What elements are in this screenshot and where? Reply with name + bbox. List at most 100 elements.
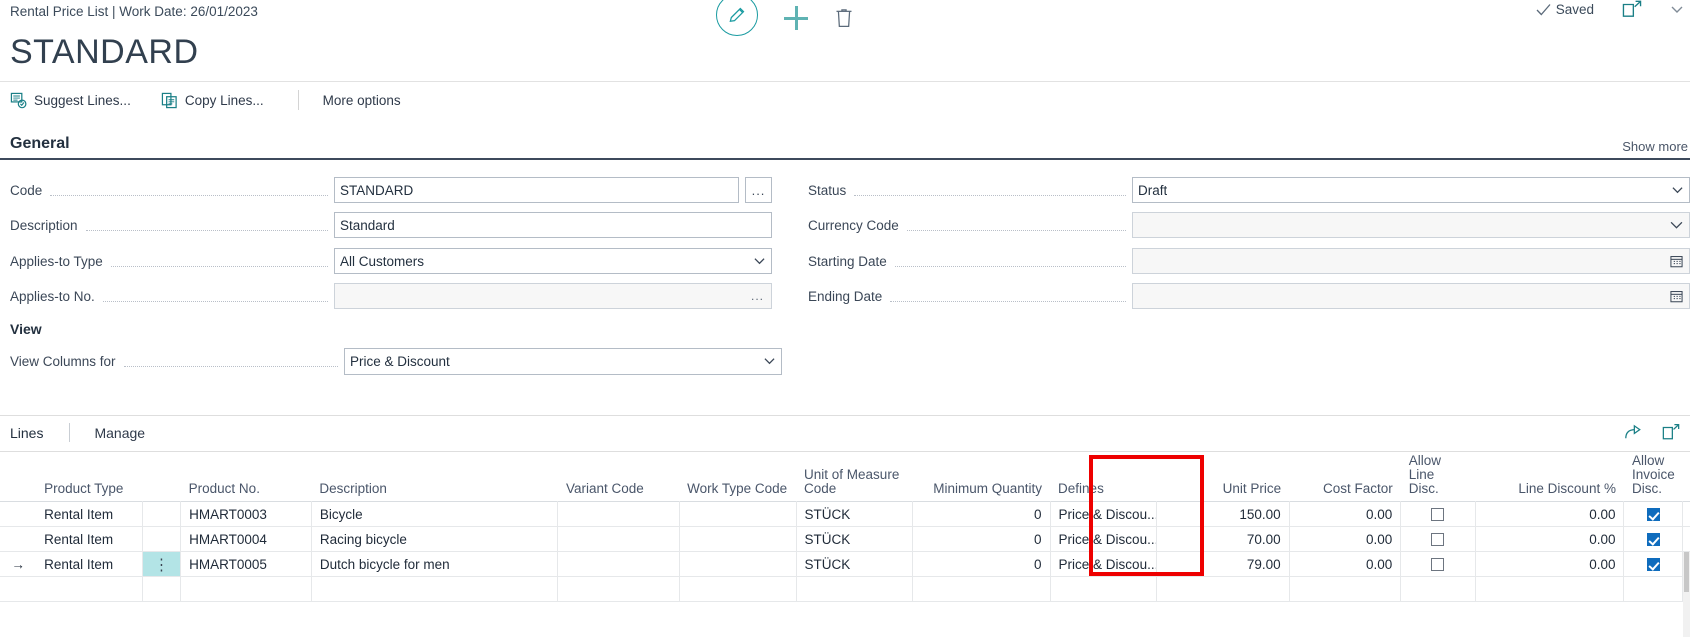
cell-description[interactable]: Bicycle xyxy=(311,501,559,527)
header-description[interactable]: Description xyxy=(311,452,558,502)
cell-variant-code[interactable] xyxy=(557,576,680,602)
table-row[interactable]: Rental Item HMART0003 Bicycle STÜCK 0 Pr… xyxy=(0,501,1690,527)
row-menu-button[interactable] xyxy=(142,526,182,552)
trash-icon[interactable] xyxy=(834,7,854,29)
checkbox-allow-line-disc[interactable] xyxy=(1431,533,1445,547)
cell-allow-invoice-disc[interactable] xyxy=(1623,551,1683,577)
cell-product-no[interactable]: HMART0004 xyxy=(180,526,312,552)
cell-line-discount-pct[interactable]: 0.00 xyxy=(1475,526,1625,552)
cell-work-type-code[interactable] xyxy=(679,501,797,527)
cell-product-no[interactable]: HMART0003 xyxy=(180,501,312,527)
header-product-type[interactable]: Product Type xyxy=(36,452,142,502)
cell-line-discount-pct[interactable] xyxy=(1475,576,1625,602)
header-allow-line-disc[interactable]: Allow Line Disc. xyxy=(1401,452,1475,502)
cell-description[interactable] xyxy=(311,576,559,602)
starting-date-input[interactable] xyxy=(1132,248,1690,274)
cell-product-type[interactable]: Rental Item xyxy=(36,551,143,577)
header-defines[interactable]: Defines xyxy=(1050,452,1156,502)
cell-line-discount-pct[interactable]: 0.00 xyxy=(1475,551,1625,577)
cell-allow-line-disc[interactable] xyxy=(1400,501,1476,527)
status-select[interactable]: Draft xyxy=(1132,177,1690,203)
row-menu-button[interactable]: ⋮ xyxy=(142,551,182,577)
header-work-type-code[interactable]: Work Type Code xyxy=(679,452,796,502)
tab-manage[interactable]: Manage xyxy=(94,425,145,441)
cell-cost-factor[interactable]: 0.00 xyxy=(1289,551,1402,577)
cell-unit-of-measure-code[interactable]: STÜCK xyxy=(796,551,914,577)
description-input[interactable]: Standard xyxy=(334,212,772,238)
open-in-new-window-icon[interactable] xyxy=(1622,0,1642,18)
row-menu-button[interactable] xyxy=(142,576,182,602)
chevron-icon[interactable] xyxy=(1670,2,1684,16)
plus-icon[interactable] xyxy=(784,6,808,30)
cell-variant-code[interactable] xyxy=(557,551,680,577)
currency-code-select[interactable] xyxy=(1132,212,1690,238)
header-minimum-quantity[interactable]: Minimum Quantity xyxy=(913,452,1050,502)
code-lookup-button[interactable]: ... xyxy=(745,177,772,203)
cell-work-type-code[interactable] xyxy=(679,576,797,602)
applies-to-no-input[interactable]: ... xyxy=(334,283,772,309)
cell-defines[interactable]: Price & Discou... xyxy=(1050,526,1157,552)
table-row[interactable] xyxy=(0,576,1690,602)
cell-minimum-quantity[interactable]: 0 xyxy=(912,501,1051,527)
header-variant-code[interactable]: Variant Code xyxy=(558,452,679,502)
header-product-no[interactable]: Product No. xyxy=(181,452,312,502)
checkbox-allow-invoice-disc[interactable] xyxy=(1646,533,1660,547)
vertical-scrollbar[interactable] xyxy=(1683,552,1690,637)
cell-allow-line-disc[interactable] xyxy=(1400,526,1476,552)
cell-description[interactable]: Dutch bicycle for men xyxy=(311,551,559,577)
cell-product-type[interactable] xyxy=(36,576,143,602)
checkbox-allow-line-disc[interactable] xyxy=(1431,558,1445,572)
cell-cost-factor[interactable]: 0.00 xyxy=(1289,501,1402,527)
cell-allow-invoice-disc[interactable] xyxy=(1623,526,1683,552)
cell-unit-of-measure-code[interactable]: STÜCK xyxy=(796,501,914,527)
cell-allow-invoice-disc[interactable] xyxy=(1623,501,1683,527)
code-input[interactable]: STANDARD xyxy=(334,177,739,203)
header-unit-of-measure-code[interactable]: Unit of Measure Code xyxy=(796,452,913,502)
cell-unit-of-measure-code[interactable] xyxy=(796,576,914,602)
cell-unit-of-measure-code[interactable]: STÜCK xyxy=(796,526,914,552)
row-menu-button[interactable] xyxy=(142,501,182,527)
cell-unit-price[interactable]: 150.00 xyxy=(1156,501,1290,527)
copy-lines-button[interactable]: Copy Lines... xyxy=(161,88,272,113)
pencil-icon[interactable] xyxy=(716,0,758,36)
share-icon[interactable] xyxy=(1624,423,1642,441)
cell-defines[interactable] xyxy=(1050,576,1157,602)
view-columns-for-select[interactable]: Price & Discount xyxy=(344,347,782,375)
ending-date-input[interactable] xyxy=(1132,283,1690,309)
applies-to-no-lookup-icon[interactable]: ... xyxy=(751,289,764,303)
cell-unit-price[interactable]: 70.00 xyxy=(1156,526,1290,552)
cell-cost-factor[interactable] xyxy=(1289,576,1402,602)
header-allow-invoice-disc[interactable]: Allow Invoice Disc. xyxy=(1624,452,1682,502)
cell-minimum-quantity[interactable] xyxy=(912,576,1051,602)
checkbox-allow-invoice-disc[interactable] xyxy=(1646,508,1660,522)
cell-unit-price[interactable]: 79.00 xyxy=(1156,551,1290,577)
cell-unit-price[interactable] xyxy=(1156,576,1290,602)
cell-minimum-quantity[interactable]: 0 xyxy=(912,526,1051,552)
cell-allow-line-disc[interactable] xyxy=(1400,576,1476,602)
cell-product-no[interactable] xyxy=(180,576,312,602)
calendar-icon[interactable] xyxy=(1670,255,1683,268)
open-in-new-window-icon[interactable] xyxy=(1662,423,1680,441)
scrollbar-thumb[interactable] xyxy=(1684,552,1689,592)
more-options-button[interactable]: More options xyxy=(323,93,401,108)
header-unit-price[interactable]: Unit Price xyxy=(1156,452,1289,502)
cell-allow-line-disc[interactable] xyxy=(1400,551,1476,577)
cell-line-discount-pct[interactable]: 0.00 xyxy=(1475,501,1625,527)
checkbox-allow-invoice-disc[interactable] xyxy=(1646,558,1660,572)
cell-defines[interactable]: Price & Discou... xyxy=(1050,551,1157,577)
cell-product-type[interactable]: Rental Item xyxy=(36,526,143,552)
calendar-icon[interactable] xyxy=(1670,290,1683,303)
cell-variant-code[interactable] xyxy=(557,501,680,527)
cell-work-type-code[interactable] xyxy=(679,551,797,577)
header-line-discount-pct[interactable]: Line Discount % xyxy=(1475,452,1624,502)
cell-defines[interactable]: Price & Discou... xyxy=(1050,501,1157,527)
applies-to-type-select[interactable]: All Customers xyxy=(334,248,772,274)
cell-work-type-code[interactable] xyxy=(679,526,797,552)
cell-product-no[interactable]: HMART0005 xyxy=(180,551,312,577)
header-cost-factor[interactable]: Cost Factor xyxy=(1289,452,1401,502)
table-row[interactable]: → Rental Item ⋮ HMART0005 Dutch bicycle … xyxy=(0,551,1690,577)
table-row[interactable]: Rental Item HMART0004 Racing bicycle STÜ… xyxy=(0,526,1690,552)
checkbox-allow-line-disc[interactable] xyxy=(1431,508,1445,522)
show-more-link[interactable]: Show more xyxy=(1622,139,1688,154)
cell-variant-code[interactable] xyxy=(557,526,680,552)
